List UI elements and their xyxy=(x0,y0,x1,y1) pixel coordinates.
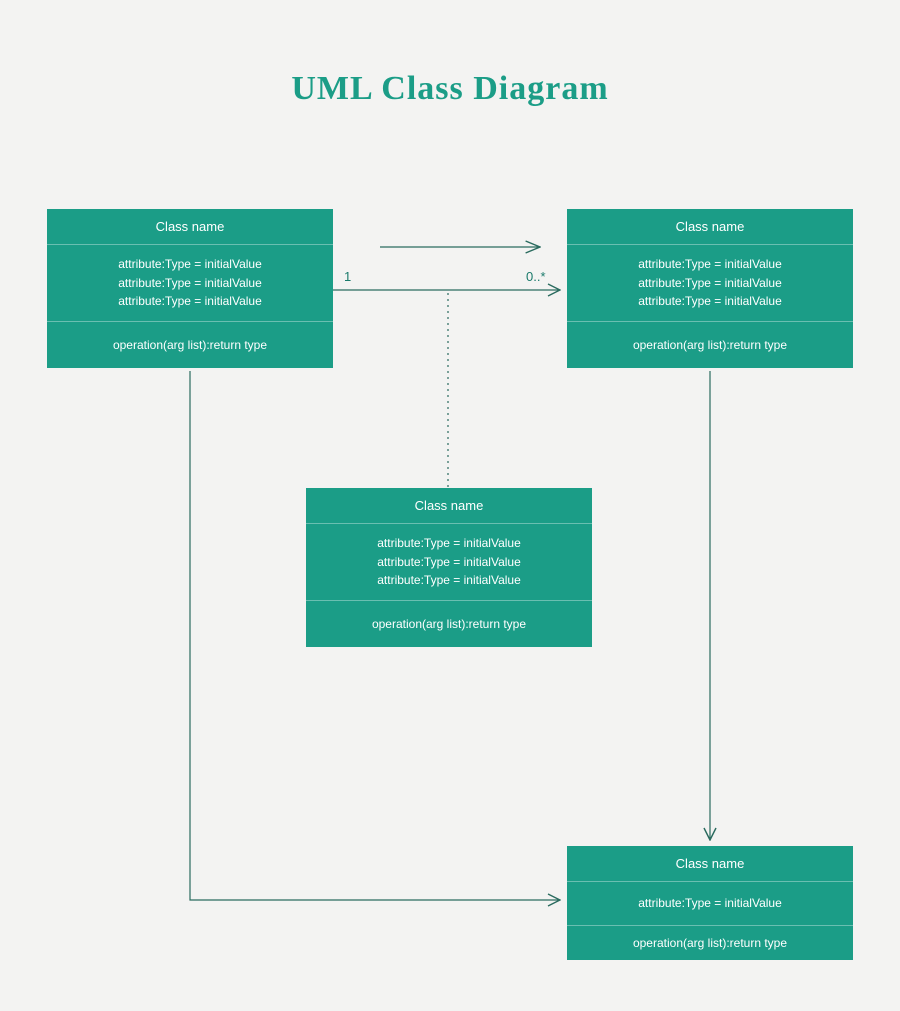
class-attributes: attribute:Type = initialValue attribute:… xyxy=(567,245,853,322)
class-bottom: Class name attribute:Type = initialValue… xyxy=(567,846,853,960)
class-top-right: Class name attribute:Type = initialValue… xyxy=(567,209,853,368)
attribute: attribute:Type = initialValue xyxy=(55,255,325,274)
class-name: Class name xyxy=(306,488,592,524)
class-operations: operation(arg list):return type xyxy=(47,322,333,368)
class-middle: Class name attribute:Type = initialValue… xyxy=(306,488,592,647)
class-top-left: Class name attribute:Type = initialValue… xyxy=(47,209,333,368)
class-operations: operation(arg list):return type xyxy=(567,926,853,960)
class-operations: operation(arg list):return type xyxy=(567,322,853,368)
class-name: Class name xyxy=(567,209,853,245)
class-attributes: attribute:Type = initialValue attribute:… xyxy=(47,245,333,322)
attribute: attribute:Type = initialValue xyxy=(575,274,845,293)
multiplicity-left: 1 xyxy=(344,269,351,284)
attribute: attribute:Type = initialValue xyxy=(314,553,584,572)
attribute: attribute:Type = initialValue xyxy=(575,894,845,913)
attribute: attribute:Type = initialValue xyxy=(575,292,845,311)
operation: operation(arg list):return type xyxy=(314,617,584,631)
attribute: attribute:Type = initialValue xyxy=(314,534,584,553)
attribute: attribute:Type = initialValue xyxy=(575,255,845,274)
attribute: attribute:Type = initialValue xyxy=(55,274,325,293)
class-operations: operation(arg list):return type xyxy=(306,601,592,647)
attribute: attribute:Type = initialValue xyxy=(55,292,325,311)
class-attributes: attribute:Type = initialValue xyxy=(567,882,853,926)
class-attributes: attribute:Type = initialValue attribute:… xyxy=(306,524,592,601)
operation: operation(arg list):return type xyxy=(575,936,845,950)
attribute: attribute:Type = initialValue xyxy=(314,571,584,590)
diagram-title: UML Class Diagram xyxy=(0,70,900,108)
operation: operation(arg list):return type xyxy=(55,338,325,352)
class-name: Class name xyxy=(47,209,333,245)
operation: operation(arg list):return type xyxy=(575,338,845,352)
class-name: Class name xyxy=(567,846,853,882)
multiplicity-right: 0..* xyxy=(526,269,546,284)
